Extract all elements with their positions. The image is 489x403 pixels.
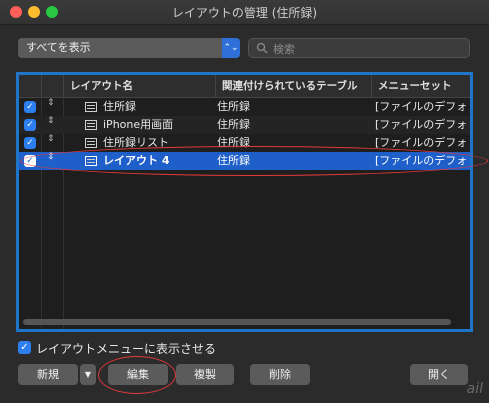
layout-menu-set: [ファイルのデフォ xyxy=(375,136,468,149)
chevron-updown-icon[interactable]: ⌃⌄ xyxy=(222,38,240,58)
layout-name: 住所録リスト xyxy=(103,136,169,149)
column-header-order[interactable] xyxy=(41,75,63,97)
sort-handle-icon[interactable]: ⇕ xyxy=(47,152,55,162)
delete-button[interactable]: 削除 xyxy=(250,364,310,385)
layout-menu-set: [ファイルのデフォ xyxy=(375,154,468,167)
column-header-table[interactable]: 関連付けられているテーブル xyxy=(215,75,371,97)
include-checkbox[interactable]: ✓ xyxy=(24,101,36,113)
layout-table-name: 住所録 xyxy=(217,118,250,131)
layout-name: レイアウト 4 xyxy=(103,154,170,167)
table-header: レイアウト名 関連付けられているテーブル メニューセット xyxy=(19,75,470,98)
table-row[interactable]: ✓ ⇕ 住所録 住所録 [ファイルのデフォ xyxy=(19,98,470,116)
open-button[interactable]: 開く xyxy=(410,364,468,385)
sort-handle-icon[interactable]: ⇕ xyxy=(47,116,55,126)
layout-filter-dropdown[interactable]: すべてを表示 ⌃⌄ xyxy=(18,38,240,58)
table-row[interactable]: ✓ ⇕ iPhone用画面 住所録 [ファイルのデフォ xyxy=(19,116,470,134)
table-row-selected[interactable]: ✓ ⇕ レイアウト 4 住所録 [ファイルのデフォ xyxy=(19,152,470,170)
include-checkbox[interactable]: ✓ xyxy=(24,155,36,167)
layout-menu-set: [ファイルのデフォ xyxy=(375,100,468,113)
horizontal-scrollbar[interactable] xyxy=(23,319,451,325)
column-header-include[interactable] xyxy=(19,75,41,97)
watermark-logo: ail xyxy=(466,381,483,397)
layout-icon xyxy=(85,156,97,166)
show-in-menu-checkbox[interactable]: ✓ xyxy=(18,341,31,354)
layout-name: iPhone用画面 xyxy=(103,118,174,131)
layout-icon xyxy=(85,102,97,112)
column-header-menu-set[interactable]: メニューセット xyxy=(371,75,470,97)
layout-menu-set: [ファイルのデフォ xyxy=(375,118,468,131)
new-button[interactable]: 新規 xyxy=(18,364,78,385)
show-in-menu-label: レイアウトメニューに表示させる xyxy=(36,342,217,356)
layout-table-name: 住所録 xyxy=(217,154,250,167)
layout-name: 住所録 xyxy=(103,100,136,113)
search-icon xyxy=(256,42,268,54)
include-checkbox[interactable]: ✓ xyxy=(24,119,36,131)
title-bar: レイアウトの管理 (住所録) xyxy=(0,0,489,25)
edit-button[interactable]: 編集 xyxy=(108,364,168,385)
layout-table-name: 住所録 xyxy=(217,100,250,113)
window-title: レイアウトの管理 (住所録) xyxy=(171,6,318,20)
search-field[interactable]: 検索 xyxy=(248,38,470,58)
column-header-layout-name[interactable]: レイアウト名 xyxy=(63,75,215,97)
sort-handle-icon[interactable]: ⇕ xyxy=(47,98,55,108)
layout-filter-value: すべてを表示 xyxy=(26,41,91,54)
layout-table-name: 住所録 xyxy=(217,136,250,149)
search-placeholder: 検索 xyxy=(273,43,295,56)
layout-table[interactable]: レイアウト名 関連付けられているテーブル メニューセット ✓ ⇕ 住所録 住所録… xyxy=(16,72,473,332)
table-row[interactable]: ✓ ⇕ 住所録リスト 住所録 [ファイルのデフォ xyxy=(19,134,470,152)
include-checkbox[interactable]: ✓ xyxy=(24,137,36,149)
layout-icon xyxy=(85,138,97,148)
sort-handle-icon[interactable]: ⇕ xyxy=(47,134,55,144)
layout-icon xyxy=(85,120,97,130)
duplicate-button[interactable]: 複製 xyxy=(176,364,234,385)
new-menu-chevron-icon[interactable]: ▼ xyxy=(80,364,96,385)
